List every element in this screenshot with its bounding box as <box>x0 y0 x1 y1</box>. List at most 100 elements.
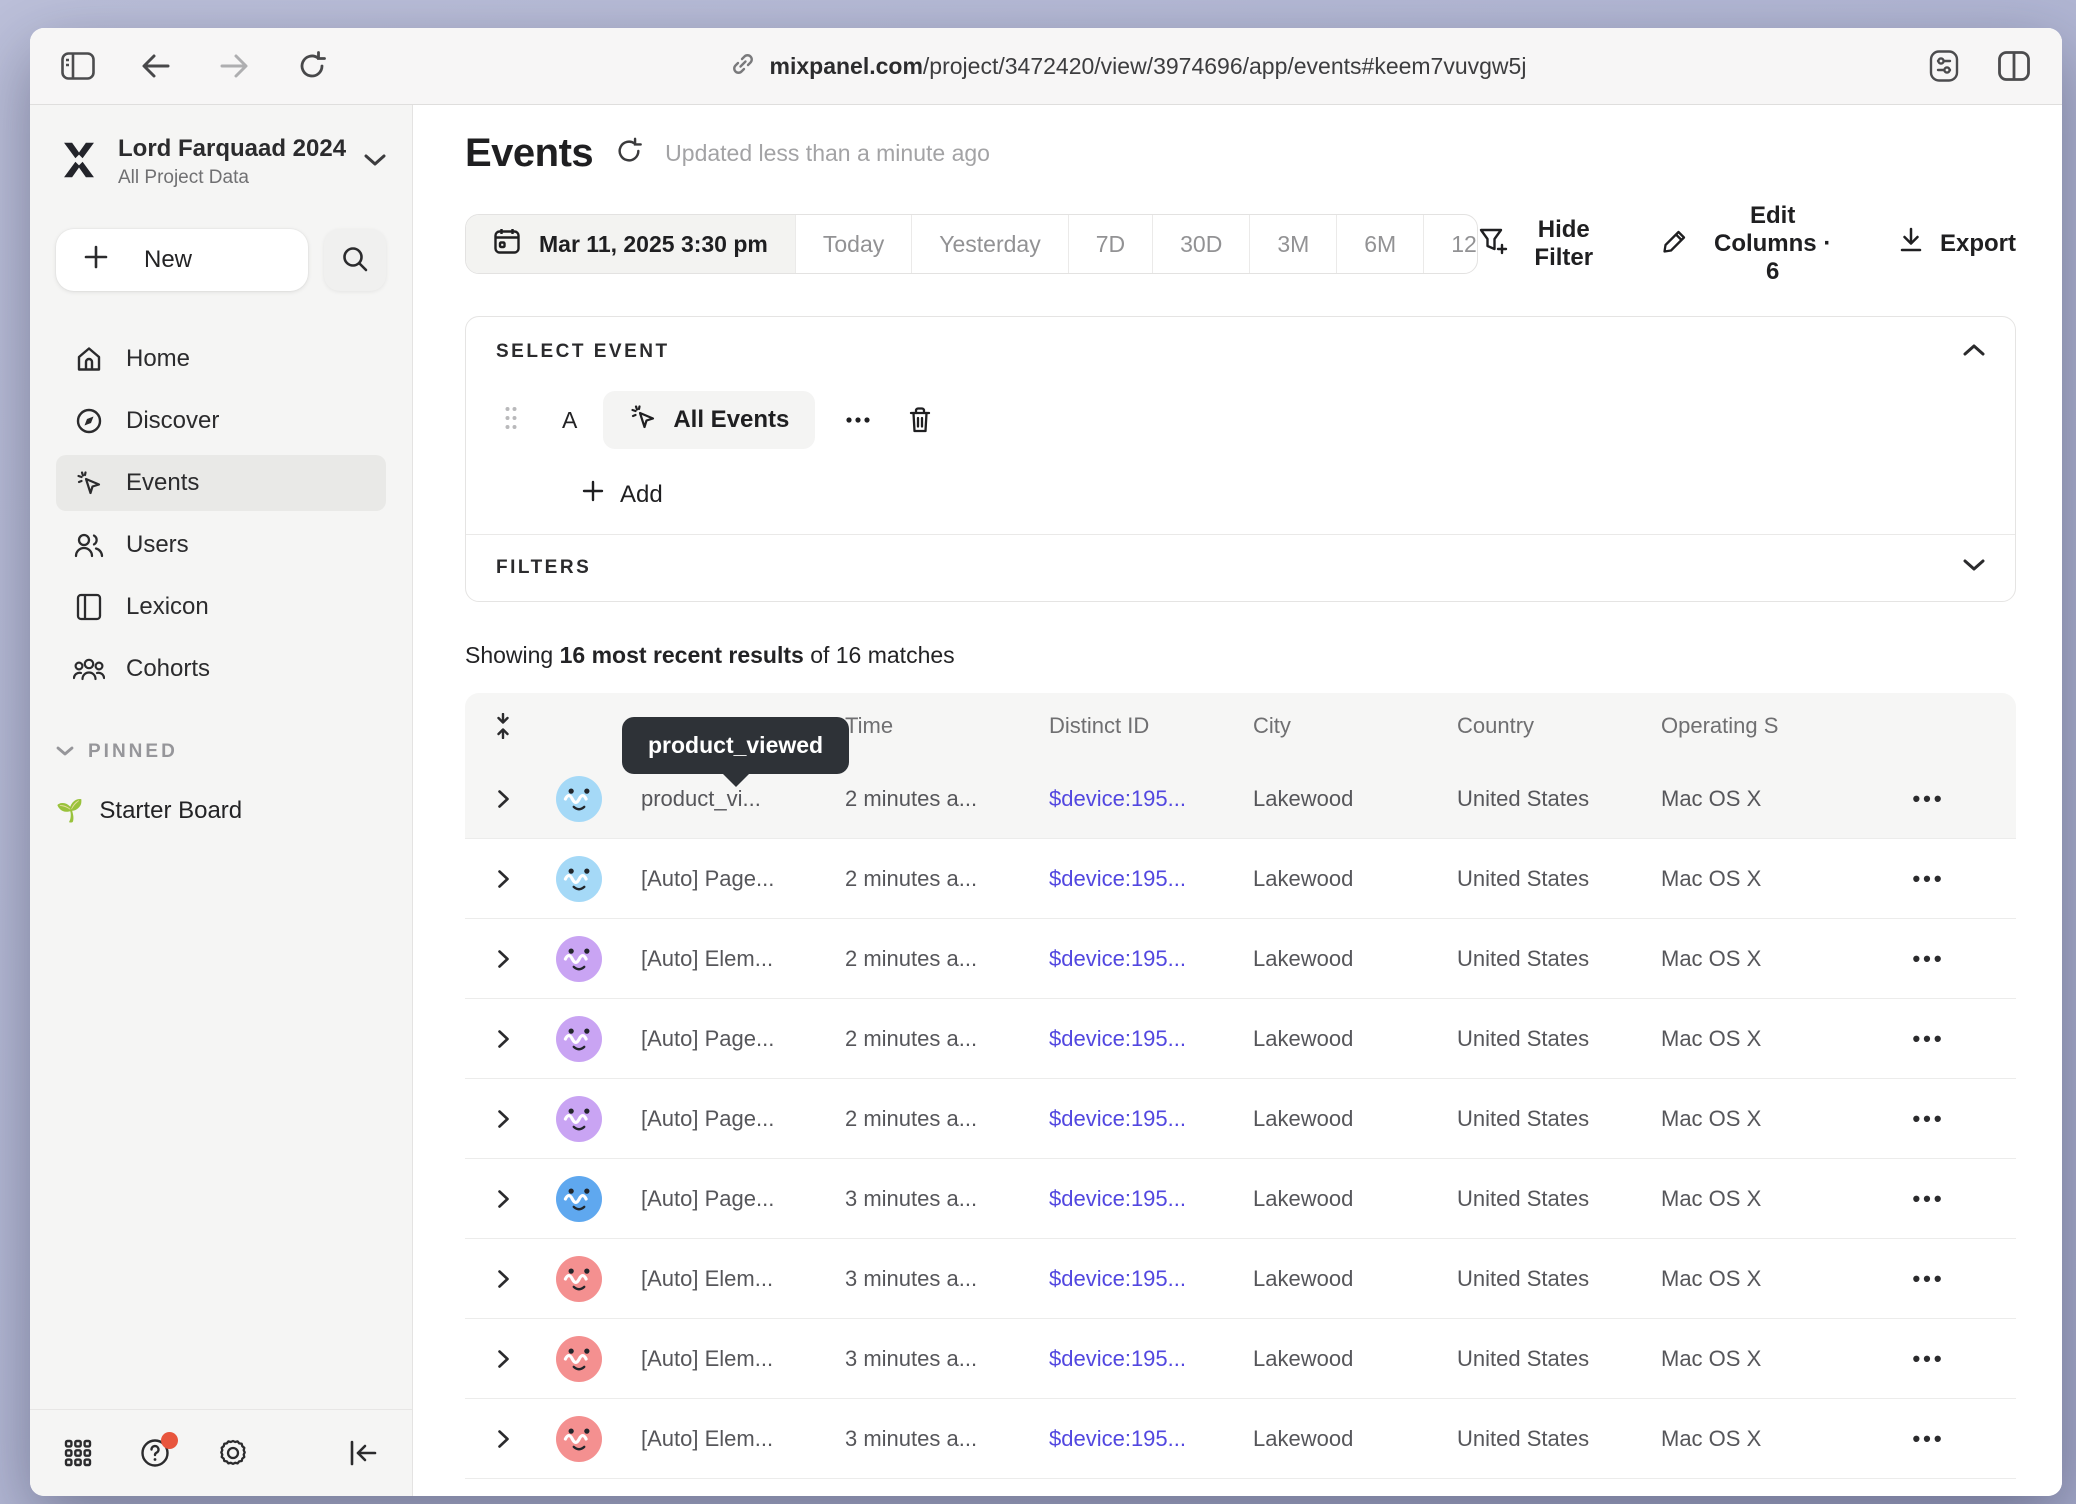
row-more-icon[interactable]: ••• <box>1841 1266 2016 1292</box>
distinct-id-link[interactable]: $device:195... <box>1025 1266 1229 1292</box>
table-row[interactable]: [Auto] Elem... 3 minutes a... $device:19… <box>465 1399 2016 1479</box>
column-header-city[interactable]: City <box>1229 713 1433 739</box>
table-row[interactable]: [Auto] Page... 2 minutes a... $device:19… <box>465 999 2016 1079</box>
table-row[interactable]: [Auto] Page... 3 minutes a... $device:19… <box>465 1159 2016 1239</box>
table-row[interactable]: [Auto] Elem... 3 minutes a... $device:19… <box>465 1239 2016 1319</box>
row-more-icon[interactable]: ••• <box>1841 1346 2016 1372</box>
edit-columns-button[interactable]: Edit Columns · 6 <box>1661 202 1840 286</box>
chevron-up-icon[interactable] <box>1963 343 1985 361</box>
distinct-id-link[interactable]: $device:195... <box>1025 1186 1229 1212</box>
row-more-icon[interactable]: ••• <box>1841 866 2016 892</box>
sidebar-item-cohorts[interactable]: Cohorts <box>56 641 386 697</box>
expand-row-icon[interactable] <box>465 949 541 969</box>
collapse-sidebar-icon[interactable] <box>348 1440 378 1466</box>
distinct-id-link[interactable]: $device:195... <box>1025 1426 1229 1452</box>
help-icon[interactable] <box>140 1438 170 1468</box>
project-subtitle: All Project Data <box>118 167 348 189</box>
column-header-country[interactable]: Country <box>1433 713 1637 739</box>
event-avatar <box>556 1096 602 1142</box>
expand-row-icon[interactable] <box>465 1029 541 1049</box>
project-switcher[interactable]: Lord Farquaad 2024 All Project Data <box>56 135 386 189</box>
sidebar-item-events[interactable]: Events <box>56 455 386 511</box>
filters-section[interactable]: FILTERS <box>466 535 2015 601</box>
forward-icon[interactable] <box>212 44 256 88</box>
add-event-button[interactable]: Add <box>576 479 669 510</box>
address-bar[interactable]: mixpanel.com/project/3472420/view/397469… <box>334 51 1922 82</box>
sidebar-item-users[interactable]: Users <box>56 517 386 573</box>
column-header-distinct-id[interactable]: Distinct ID <box>1025 713 1229 739</box>
pinned-section-toggle[interactable]: PINNED <box>56 741 386 763</box>
expand-row-icon[interactable] <box>465 1429 541 1449</box>
page-settings-icon[interactable] <box>1922 44 1966 88</box>
trash-icon[interactable] <box>901 405 939 435</box>
collapse-rows-icon[interactable] <box>465 713 541 739</box>
row-more-icon[interactable]: ••• <box>1841 1026 2016 1052</box>
table-row[interactable]: [Auto] Elem... 4 minutes a... $device:19… <box>465 1479 2016 1496</box>
expand-row-icon[interactable] <box>465 1269 541 1289</box>
event-avatar <box>556 1016 602 1062</box>
refresh-icon[interactable] <box>615 137 643 170</box>
os-cell: Mac OS X <box>1637 1426 1841 1452</box>
expand-row-icon[interactable] <box>465 1349 541 1369</box>
reload-icon[interactable] <box>290 44 334 88</box>
preset-30d[interactable]: 30D <box>1152 215 1249 273</box>
os-cell: Mac OS X <box>1637 1026 1841 1052</box>
distinct-id-link[interactable]: $device:195... <box>1025 1346 1229 1372</box>
event-avatar <box>556 1336 602 1382</box>
city-cell: Lakewood <box>1229 946 1433 972</box>
search-icon <box>341 245 369 276</box>
preset-yesterday[interactable]: Yesterday <box>911 215 1067 273</box>
expand-row-icon[interactable] <box>465 789 541 809</box>
preset-3m[interactable]: 3M <box>1249 215 1336 273</box>
event-selector-chip[interactable]: All Events <box>603 391 815 449</box>
preset-12m[interactable]: 12M <box>1423 215 1478 273</box>
event-avatar <box>556 1496 602 1497</box>
row-more-icon[interactable]: ••• <box>1841 946 2016 972</box>
time-cell: 2 minutes a... <box>821 786 1025 812</box>
preset-6m[interactable]: 6M <box>1336 215 1423 273</box>
drag-handle-icon[interactable] <box>504 405 518 436</box>
split-view-icon[interactable] <box>1992 44 2036 88</box>
expand-row-icon[interactable] <box>465 1189 541 1209</box>
new-button[interactable]: New <box>56 229 308 291</box>
more-options-icon[interactable] <box>841 416 875 424</box>
expand-row-icon[interactable] <box>465 869 541 889</box>
sidebar-toggle-icon[interactable] <box>56 44 100 88</box>
preset-today[interactable]: Today <box>795 215 911 273</box>
event-name-cell: [Auto] Elem... <box>617 1426 821 1452</box>
row-more-icon[interactable]: ••• <box>1841 786 2016 812</box>
sidebar-item-lexicon[interactable]: Lexicon <box>56 579 386 635</box>
sidebar-item-discover[interactable]: Discover <box>56 393 386 449</box>
column-header-time[interactable]: Time <box>821 713 1025 739</box>
date-picker-button[interactable]: Mar 11, 2025 3:30 pm <box>466 215 795 273</box>
time-cell: 2 minutes a... <box>821 946 1025 972</box>
date-range-control: Mar 11, 2025 3:30 pm Today Yesterday 7D … <box>465 214 1478 274</box>
time-cell: 3 minutes a... <box>821 1266 1025 1292</box>
table-row[interactable]: [Auto] Page... 2 minutes a... $device:19… <box>465 839 2016 919</box>
event-tooltip: product_viewed <box>622 717 849 774</box>
row-more-icon[interactable]: ••• <box>1841 1106 2016 1132</box>
table-row[interactable]: [Auto] Elem... 2 minutes a... $device:19… <box>465 919 2016 999</box>
table-row[interactable]: [Auto] Page... 2 minutes a... $device:19… <box>465 1079 2016 1159</box>
table-row[interactable]: [Auto] Elem... 3 minutes a... $device:19… <box>465 1319 2016 1399</box>
back-icon[interactable] <box>134 44 178 88</box>
row-more-icon[interactable]: ••• <box>1841 1186 2016 1212</box>
column-header-os[interactable]: Operating S <box>1637 713 1841 739</box>
pinned-item-starter-board[interactable]: 🌱 Starter Board <box>56 797 386 825</box>
export-button[interactable]: Export <box>1898 227 2016 262</box>
distinct-id-link[interactable]: $device:195... <box>1025 866 1229 892</box>
apps-grid-icon[interactable] <box>64 1439 92 1467</box>
preset-7d[interactable]: 7D <box>1068 215 1152 273</box>
settings-icon[interactable] <box>218 1438 248 1468</box>
distinct-id-link[interactable]: $device:195... <box>1025 1106 1229 1132</box>
os-cell: Mac OS X <box>1637 1186 1841 1212</box>
expand-row-icon[interactable] <box>465 1109 541 1129</box>
os-cell: Mac OS X <box>1637 946 1841 972</box>
row-more-icon[interactable]: ••• <box>1841 1426 2016 1452</box>
distinct-id-link[interactable]: $device:195... <box>1025 946 1229 972</box>
distinct-id-link[interactable]: $device:195... <box>1025 1026 1229 1052</box>
sidebar-item-home[interactable]: Home <box>56 331 386 387</box>
search-button[interactable] <box>324 229 386 291</box>
distinct-id-link[interactable]: $device:195... <box>1025 786 1229 812</box>
hide-filter-button[interactable]: Hide Filter <box>1478 216 1603 272</box>
